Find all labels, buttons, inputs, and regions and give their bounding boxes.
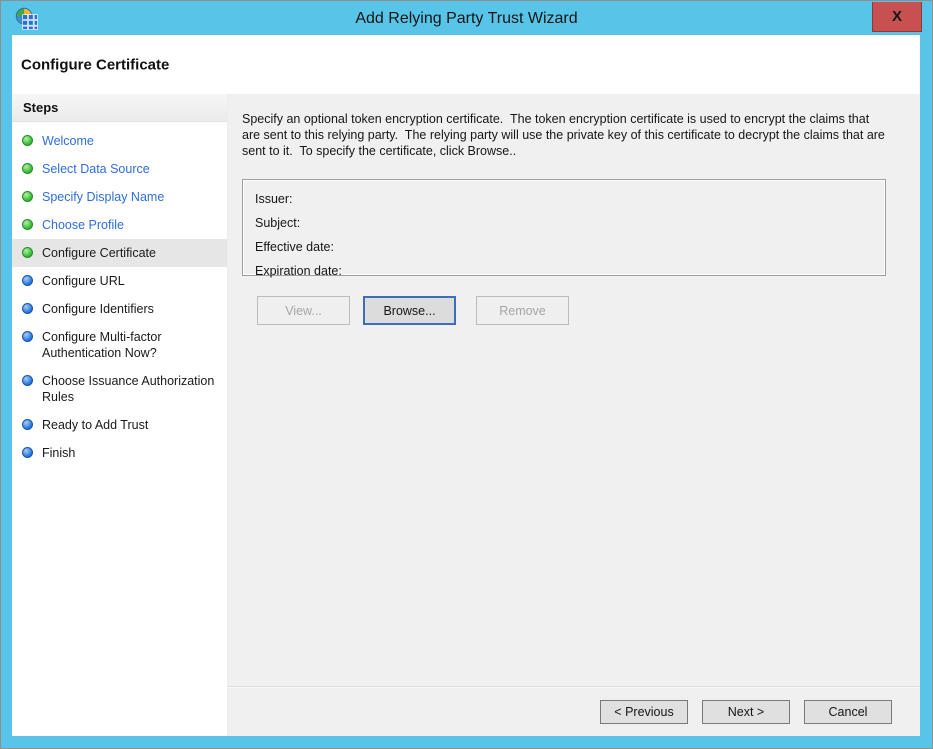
steps-heading: Steps bbox=[12, 94, 227, 122]
step-pending-icon bbox=[22, 447, 33, 458]
browse-button[interactable]: Browse... bbox=[363, 296, 456, 325]
effective-date-label: Effective date: bbox=[255, 240, 334, 254]
step-choose-profile[interactable]: Choose Profile bbox=[12, 211, 227, 239]
step-pending-icon bbox=[22, 331, 33, 342]
step-pending-icon bbox=[22, 375, 33, 386]
client-area: Configure Certificate Steps Welcome Sele… bbox=[12, 35, 920, 736]
step-complete-icon bbox=[22, 191, 33, 202]
certificate-expiration-date-row: Expiration date: bbox=[255, 259, 885, 283]
certificate-effective-date-row: Effective date: bbox=[255, 235, 885, 259]
step-configure-url: Configure URL bbox=[12, 267, 227, 295]
certificate-details-panel: Issuer: Subject: Effective date: Expirat… bbox=[242, 179, 886, 276]
step-configure-certificate: Configure Certificate bbox=[12, 239, 227, 267]
window-title: Add Relying Party Trust Wizard bbox=[2, 2, 931, 35]
step-pending-icon bbox=[22, 419, 33, 430]
expiration-date-label: Expiration date: bbox=[255, 264, 342, 278]
close-icon: X bbox=[892, 8, 902, 25]
step-specify-display-name[interactable]: Specify Display Name bbox=[12, 183, 227, 211]
certificate-subject-row: Subject: bbox=[255, 211, 885, 235]
page-description: Specify an optional token encryption cer… bbox=[242, 111, 890, 159]
next-button[interactable]: Next > bbox=[702, 700, 790, 724]
title-bar[interactable]: Add Relying Party Trust Wizard X bbox=[2, 2, 931, 35]
remove-button: Remove bbox=[476, 296, 569, 325]
close-button[interactable]: X bbox=[872, 2, 922, 32]
subject-label: Subject: bbox=[255, 216, 300, 230]
issuer-label: Issuer: bbox=[255, 192, 293, 206]
certificate-issuer-row: Issuer: bbox=[255, 187, 885, 211]
step-pending-icon bbox=[22, 303, 33, 314]
step-configure-identifiers: Configure Identifiers bbox=[12, 295, 227, 323]
step-ready-to-add-trust: Ready to Add Trust bbox=[12, 411, 227, 439]
steps-list: Welcome Select Data Source Specify Displ… bbox=[12, 122, 227, 467]
step-complete-icon bbox=[22, 135, 33, 146]
wizard-window: Add Relying Party Trust Wizard X Configu… bbox=[0, 0, 933, 749]
step-pending-icon bbox=[22, 275, 33, 286]
step-finish: Finish bbox=[12, 439, 227, 467]
step-welcome[interactable]: Welcome bbox=[12, 127, 227, 155]
step-select-data-source[interactable]: Select Data Source bbox=[12, 155, 227, 183]
certificate-actions: View... Browse... Remove bbox=[257, 296, 920, 325]
step-complete-icon bbox=[22, 163, 33, 174]
page-header: Configure Certificate bbox=[12, 35, 920, 94]
step-complete-icon bbox=[22, 219, 33, 230]
wizard-page-content: Specify an optional token encryption cer… bbox=[228, 94, 920, 736]
view-button: View... bbox=[257, 296, 350, 325]
page-title: Configure Certificate bbox=[21, 56, 169, 73]
step-configure-mfa: Configure Multi-factor Authentication No… bbox=[12, 323, 227, 367]
step-complete-icon bbox=[22, 247, 33, 258]
cancel-button[interactable]: Cancel bbox=[804, 700, 892, 724]
previous-button[interactable]: < Previous bbox=[600, 700, 688, 724]
step-choose-issuance-rules: Choose Issuance Authorization Rules bbox=[12, 367, 227, 411]
wizard-navigation-bar: < Previous Next > Cancel bbox=[228, 686, 920, 736]
steps-sidebar: Steps Welcome Select Data Source Specify… bbox=[12, 94, 228, 736]
